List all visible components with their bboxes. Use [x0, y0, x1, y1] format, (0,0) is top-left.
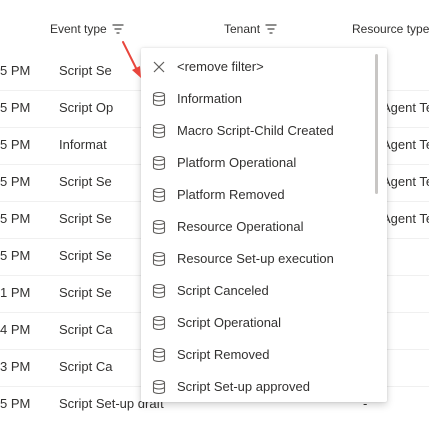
database-icon	[152, 123, 166, 139]
filter-option-label: Script Canceled	[177, 283, 269, 298]
event-type-cell: Script Ca	[59, 322, 113, 337]
event-type-cell: Script Op	[59, 100, 114, 115]
database-icon	[152, 315, 166, 331]
filter-option-information[interactable]: Information	[141, 83, 377, 115]
resource-type-cell: Agent Te	[382, 137, 429, 152]
event-type-filter-dropdown: <remove filter> Information Macro Script…	[141, 48, 387, 402]
grid-header: Event type Tenant Resource type	[0, 0, 429, 48]
filter-option-script-canceled[interactable]: Script Canceled	[141, 275, 377, 307]
time-cell: 4 PM	[0, 322, 30, 337]
database-icon	[152, 283, 166, 299]
filter-option-label: Platform Removed	[177, 187, 285, 202]
database-icon	[152, 219, 166, 235]
filter-option-label: Resource Set-up execution	[177, 251, 334, 266]
filter-option-macro-script-child-created[interactable]: Macro Script-Child Created	[141, 115, 377, 147]
filter-option-label: Information	[177, 91, 243, 106]
filter-option-script-removed[interactable]: Script Removed	[141, 339, 377, 371]
time-cell: 5 PM	[0, 396, 30, 411]
column-header-resource-type[interactable]: Resource type	[352, 22, 429, 36]
database-icon	[152, 187, 166, 203]
event-type-cell: Informat	[59, 137, 107, 152]
database-icon	[152, 347, 166, 363]
time-cell: 1 PM	[0, 285, 30, 300]
time-cell: 5 PM	[0, 211, 30, 226]
database-icon	[152, 155, 166, 171]
filter-icon[interactable]	[265, 24, 277, 34]
event-type-cell: Script Se	[59, 63, 112, 78]
resource-type-cell: Agent Te	[382, 100, 429, 115]
database-icon	[152, 379, 166, 395]
column-header-tenant-label: Tenant	[224, 22, 261, 36]
time-cell: 5 PM	[0, 63, 30, 78]
filter-option-script-operational[interactable]: Script Operational	[141, 307, 377, 339]
filter-option-label: Macro Script-Child Created	[177, 123, 334, 138]
time-cell: 5 PM	[0, 137, 30, 152]
event-type-cell: Script Ca	[59, 359, 113, 374]
event-type-cell: Script Se	[59, 285, 112, 300]
filter-option-resource-setup-execution[interactable]: Resource Set-up execution	[141, 243, 377, 275]
filter-option-script-setup-approved[interactable]: Script Set-up approved	[141, 371, 377, 402]
filter-option-label: Script Removed	[177, 347, 270, 362]
event-type-cell: Script Se	[59, 174, 112, 189]
filter-icon[interactable]	[112, 24, 124, 34]
column-header-event-type-label: Event type	[50, 22, 107, 36]
column-header-event-type[interactable]: Event type	[50, 22, 124, 36]
filter-option-label: Script Set-up approved	[177, 379, 310, 394]
column-header-resource-type-label: Resource type	[352, 22, 429, 36]
close-icon	[153, 61, 165, 73]
filter-option-label: Platform Operational	[177, 155, 297, 170]
time-cell: 5 PM	[0, 100, 30, 115]
filter-option-resource-operational[interactable]: Resource Operational	[141, 211, 377, 243]
remove-filter-label: <remove filter>	[177, 59, 264, 74]
filter-option-label: Resource Operational	[177, 219, 304, 234]
resource-type-cell: Agent Te	[382, 211, 429, 226]
event-type-cell: Script Se	[59, 248, 112, 263]
remove-filter-option[interactable]: <remove filter>	[141, 51, 377, 83]
time-cell: 5 PM	[0, 174, 30, 189]
database-icon	[152, 91, 166, 107]
filter-option-label: Script Operational	[177, 315, 282, 330]
time-cell: 5 PM	[0, 248, 30, 263]
event-type-cell: Script Se	[59, 211, 112, 226]
filter-option-platform-removed[interactable]: Platform Removed	[141, 179, 377, 211]
resource-type-cell: Agent Te	[382, 174, 429, 189]
database-icon	[152, 251, 166, 267]
time-cell: 3 PM	[0, 359, 30, 374]
filter-option-platform-operational[interactable]: Platform Operational	[141, 147, 377, 179]
dropdown-scrollbar[interactable]	[375, 54, 378, 194]
column-header-tenant[interactable]: Tenant	[224, 22, 277, 36]
